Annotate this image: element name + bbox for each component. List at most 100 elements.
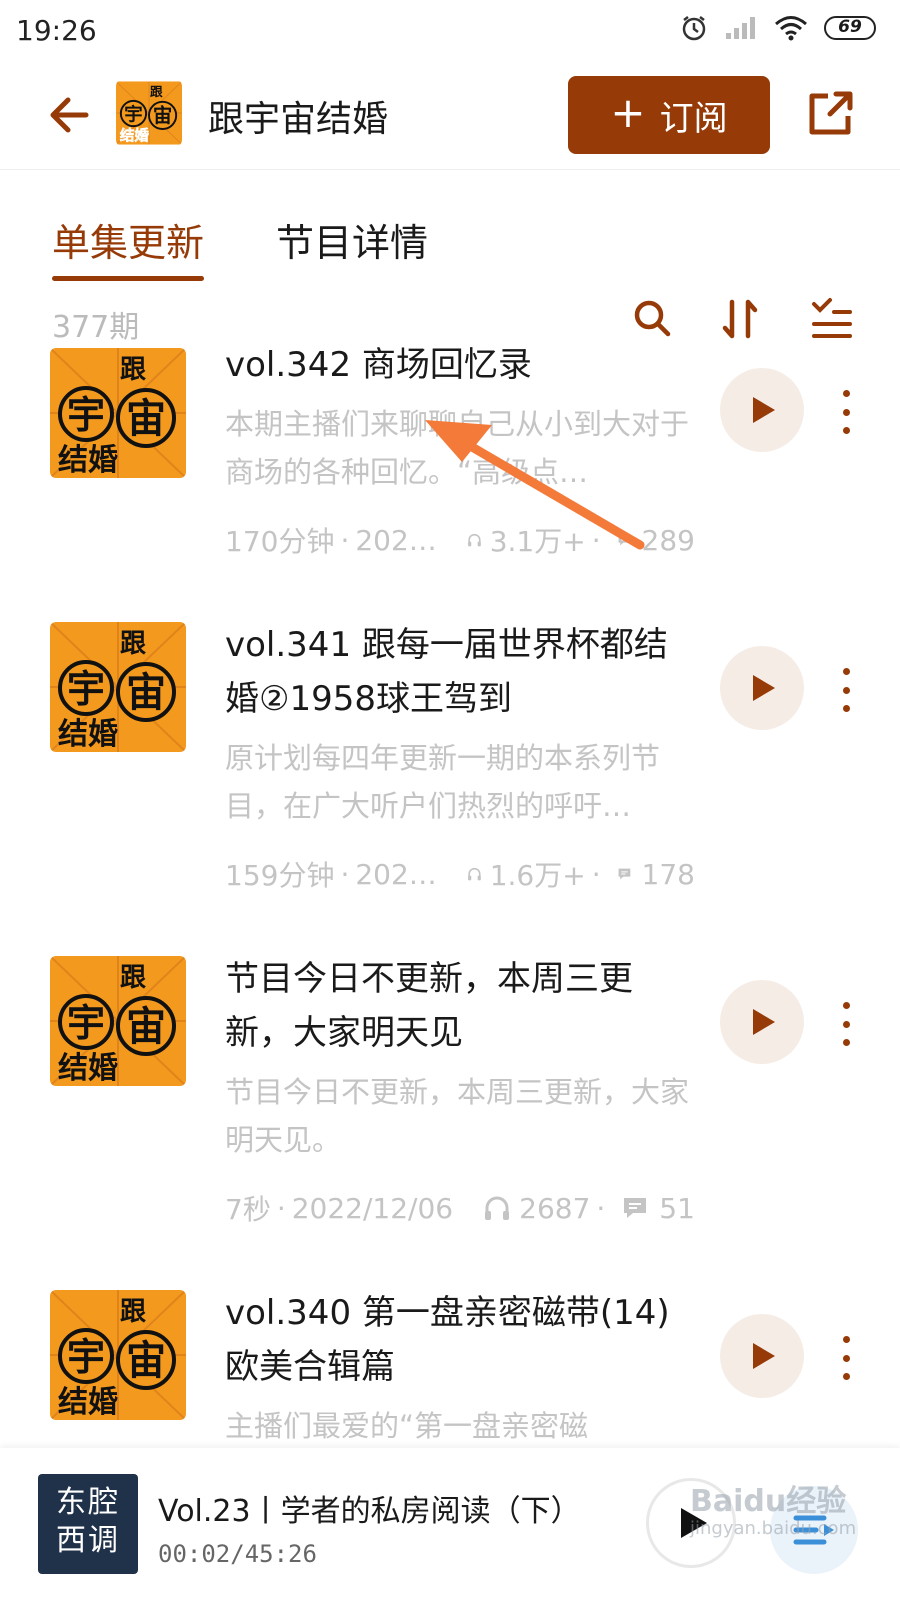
episode-title: vol.341 跟每一届世界杯都结婚②1958球王驾到 xyxy=(225,625,668,719)
tab-episodes[interactable]: 单集更新 xyxy=(52,212,205,281)
more-button[interactable] xyxy=(836,1002,856,1046)
svg-text:跟: 跟 xyxy=(120,1297,146,1327)
episode-date: 202… xyxy=(355,857,437,891)
back-button[interactable] xyxy=(44,90,94,140)
sort-button[interactable] xyxy=(718,296,764,342)
svg-text:宇: 宇 xyxy=(67,1000,105,1045)
status-icons: 69 xyxy=(680,14,876,42)
svg-text:结婚: 结婚 xyxy=(58,1051,118,1086)
player-cover-text-2: 西调 xyxy=(56,1523,120,1558)
svg-text:结婚: 结婚 xyxy=(58,443,118,478)
battery-indicator: 69 xyxy=(824,16,876,40)
episode-title: vol.340 第一盘亲密磁带(14)欧美合辑篇 xyxy=(225,1293,670,1387)
episode-plays: 3.1万+ xyxy=(489,525,586,558)
page-title: 跟宇宙结婚 xyxy=(208,99,389,140)
cover-art: 跟 宇 宙 结婚 xyxy=(116,81,182,145)
episode-date: 202… xyxy=(355,523,437,557)
headphones-icon xyxy=(485,1196,510,1220)
player-time: 00:02/45:26 xyxy=(158,1540,317,1568)
episode-title: 节目今日不更新，本周三更新，大家明天见 xyxy=(225,959,633,1053)
more-button[interactable] xyxy=(836,390,856,434)
svg-text:宙: 宙 xyxy=(126,1337,166,1384)
headphones-icon xyxy=(467,867,481,881)
checklist-icon xyxy=(812,298,852,338)
play-icon xyxy=(753,1343,775,1369)
episode-cover: 跟宇宙结婚 xyxy=(50,1290,186,1420)
comment-icon xyxy=(618,868,630,880)
tab-bar: 单集更新 节目详情 xyxy=(0,170,900,281)
episode-duration: 170分钟 xyxy=(225,525,335,558)
svg-text:跟: 跟 xyxy=(120,963,146,993)
svg-text:跟: 跟 xyxy=(120,629,146,659)
episode-meta: 7秒 · 2022/12/06 2687 · 51 xyxy=(225,1188,695,1228)
svg-text:宙: 宙 xyxy=(126,1003,166,1050)
status-bar: 19:26 69 xyxy=(0,0,900,62)
episode-description: 节目今日不更新，本周三更新，大家明天见。 xyxy=(225,1075,690,1157)
svg-text:跟: 跟 xyxy=(150,84,163,99)
svg-text:宇: 宇 xyxy=(67,1334,105,1379)
sort-icon xyxy=(722,299,758,339)
search-icon xyxy=(634,300,671,337)
svg-text:宇: 宇 xyxy=(67,392,105,437)
episode-description: 原计划每四年更新一期的本系列节目，在广大听户们热烈的呼吁… xyxy=(225,741,661,823)
play-icon xyxy=(753,397,775,423)
more-button[interactable] xyxy=(836,668,856,712)
svg-text:宙: 宙 xyxy=(126,395,166,442)
play-button[interactable] xyxy=(720,1314,804,1398)
episode-date: 2022/12/06 xyxy=(291,1191,454,1225)
svg-text:跟: 跟 xyxy=(120,355,146,385)
more-button[interactable] xyxy=(836,1336,856,1380)
plus-icon: + xyxy=(610,88,646,137)
headphones-icon xyxy=(467,533,481,547)
player-cover-text-1: 东腔 xyxy=(56,1485,120,1520)
svg-text:结婚: 结婚 xyxy=(120,127,150,145)
wifi-icon xyxy=(775,16,807,41)
batch-select-button[interactable] xyxy=(808,296,854,342)
svg-text:结婚: 结婚 xyxy=(58,1385,118,1420)
episode-comments: 178 xyxy=(641,857,695,891)
play-button[interactable] xyxy=(720,368,804,452)
play-icon xyxy=(753,1009,775,1035)
play-icon xyxy=(753,675,775,701)
svg-text:结婚: 结婚 xyxy=(58,717,118,752)
svg-text:宇: 宇 xyxy=(124,103,142,125)
header: 跟 宇 宙 结婚 跟宇宙结婚 + 订阅 xyxy=(0,62,900,170)
search-button[interactable] xyxy=(630,296,676,342)
comment-icon xyxy=(624,1198,647,1218)
episode-plays: 1.6万+ xyxy=(489,859,586,892)
episode-duration: 159分钟 xyxy=(225,859,335,892)
arrow-left-icon xyxy=(50,97,89,133)
episode-cover: 跟宇宙结婚 xyxy=(50,348,186,478)
share-icon xyxy=(809,91,853,135)
episode-duration: 7秒 xyxy=(225,1193,271,1226)
episode-meta: 159分钟 · 202… 1.6万+ · 178 xyxy=(225,854,695,894)
watermark-url: jingyan.baidu.com xyxy=(690,1518,857,1539)
episode-meta: 170分钟 · 202… 3.1万+ · 289 xyxy=(225,520,695,560)
tab-details[interactable]: 节目详情 xyxy=(276,212,428,267)
svg-text:宙: 宙 xyxy=(126,669,166,716)
alarm-icon xyxy=(682,16,706,41)
subscribe-button[interactable]: + 订阅 xyxy=(568,76,770,154)
episode-cover: 跟宇宙结婚 xyxy=(50,622,186,752)
episode-comments: 51 xyxy=(659,1191,695,1225)
episode-item[interactable]: 跟宇宙结婚 vol.340 第一盘亲密磁带(14)欧美合辑篇 主播们最爱的“第一… xyxy=(0,1290,900,1448)
comment-icon xyxy=(618,534,630,546)
episode-comments: 289 xyxy=(641,523,695,557)
svg-text:宇: 宇 xyxy=(67,666,105,711)
watermark: Baidu经验 xyxy=(690,1484,847,1519)
episode-title: vol.342 商场回忆录 xyxy=(225,345,532,385)
episode-description: 主播们最爱的“第一盘亲密磁 xyxy=(225,1409,589,1443)
episode-count: 377期 xyxy=(52,310,140,345)
play-button[interactable] xyxy=(720,646,804,730)
svg-text:宙: 宙 xyxy=(153,104,172,127)
player-cover: 东腔 西调 xyxy=(38,1474,138,1574)
subscribe-label: 订阅 xyxy=(659,98,728,139)
share-button[interactable] xyxy=(802,86,858,142)
signal-icon xyxy=(726,17,755,39)
play-button[interactable] xyxy=(720,980,804,1064)
player-title: Vol.23丨学者的私房阅读（下） xyxy=(158,1494,581,1529)
episode-description: 本期主播们来聊聊自己从小到大对于商场的各种回忆。“高级点… xyxy=(225,407,690,489)
podcast-cover-small: 跟 宇 宙 结婚 xyxy=(116,80,182,146)
episode-cover: 跟宇宙结婚 xyxy=(50,956,186,1086)
status-time: 19:26 xyxy=(16,14,97,47)
